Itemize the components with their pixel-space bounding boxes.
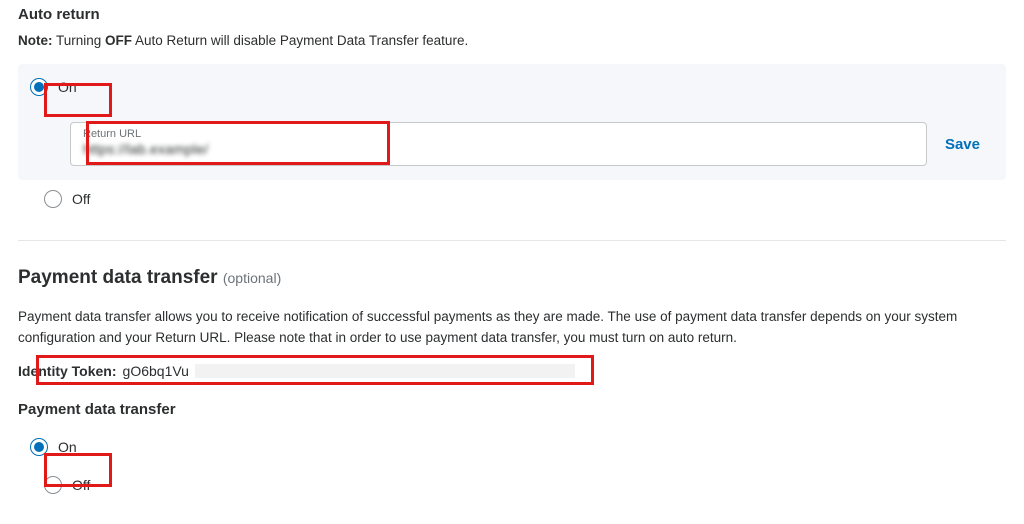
pdt-off-row[interactable]: Off xyxy=(18,466,1006,504)
pdt-optional-tag: (optional) xyxy=(223,270,281,286)
return-url-input[interactable]: Return URL https://lab.example/ xyxy=(70,122,927,166)
radio-on-icon[interactable] xyxy=(30,78,48,96)
note-bold-off: OFF xyxy=(105,33,132,48)
identity-token-value: gO6bq1Vu xyxy=(123,363,189,379)
note-prefix: Turning xyxy=(53,33,106,48)
return-url-float-label: Return URL xyxy=(83,128,914,140)
return-url-row: Return URL https://lab.example/ Save xyxy=(70,122,994,166)
auto-return-radio-group: On Return URL https://lab.example/ Save … xyxy=(18,64,1006,218)
radio-pdt-on-icon[interactable] xyxy=(30,438,48,456)
section-divider xyxy=(18,240,1006,241)
return-url-value: https://lab.example/ xyxy=(83,141,914,157)
auto-return-note: Note: Turning OFF Auto Return will disab… xyxy=(18,33,1006,48)
note-label: Note: xyxy=(18,33,53,48)
save-button[interactable]: Save xyxy=(927,122,994,166)
note-suffix: Auto Return will disable Payment Data Tr… xyxy=(132,33,468,48)
pdt-radio-group: On Off xyxy=(18,428,1006,504)
identity-token-line: Identity Token: gO6bq1Vu xyxy=(18,363,1006,379)
auto-return-heading: Auto return xyxy=(18,6,1006,23)
pdt-on-row[interactable]: On xyxy=(18,428,1006,466)
auto-return-on-panel: On Return URL https://lab.example/ Save xyxy=(18,64,1006,180)
auto-return-on-label[interactable]: On xyxy=(58,79,77,95)
pdt-off-label[interactable]: Off xyxy=(72,477,90,493)
pdt-heading-text: Payment data transfer xyxy=(18,267,218,288)
pdt-heading: Payment data transfer (optional) xyxy=(18,267,1006,289)
auto-return-on-row[interactable]: On xyxy=(30,78,994,96)
pdt-on-label[interactable]: On xyxy=(58,439,77,455)
pdt-description: Payment data transfer allows you to rece… xyxy=(18,307,998,349)
radio-off-icon[interactable] xyxy=(44,190,62,208)
pdt-sub-heading: Payment data transfer xyxy=(18,401,1006,418)
identity-token-label: Identity Token: xyxy=(18,363,117,379)
auto-return-off-label[interactable]: Off xyxy=(72,191,90,207)
identity-token-redacted xyxy=(195,364,575,378)
auto-return-off-row[interactable]: Off xyxy=(18,180,1006,218)
radio-pdt-off-icon[interactable] xyxy=(44,476,62,494)
